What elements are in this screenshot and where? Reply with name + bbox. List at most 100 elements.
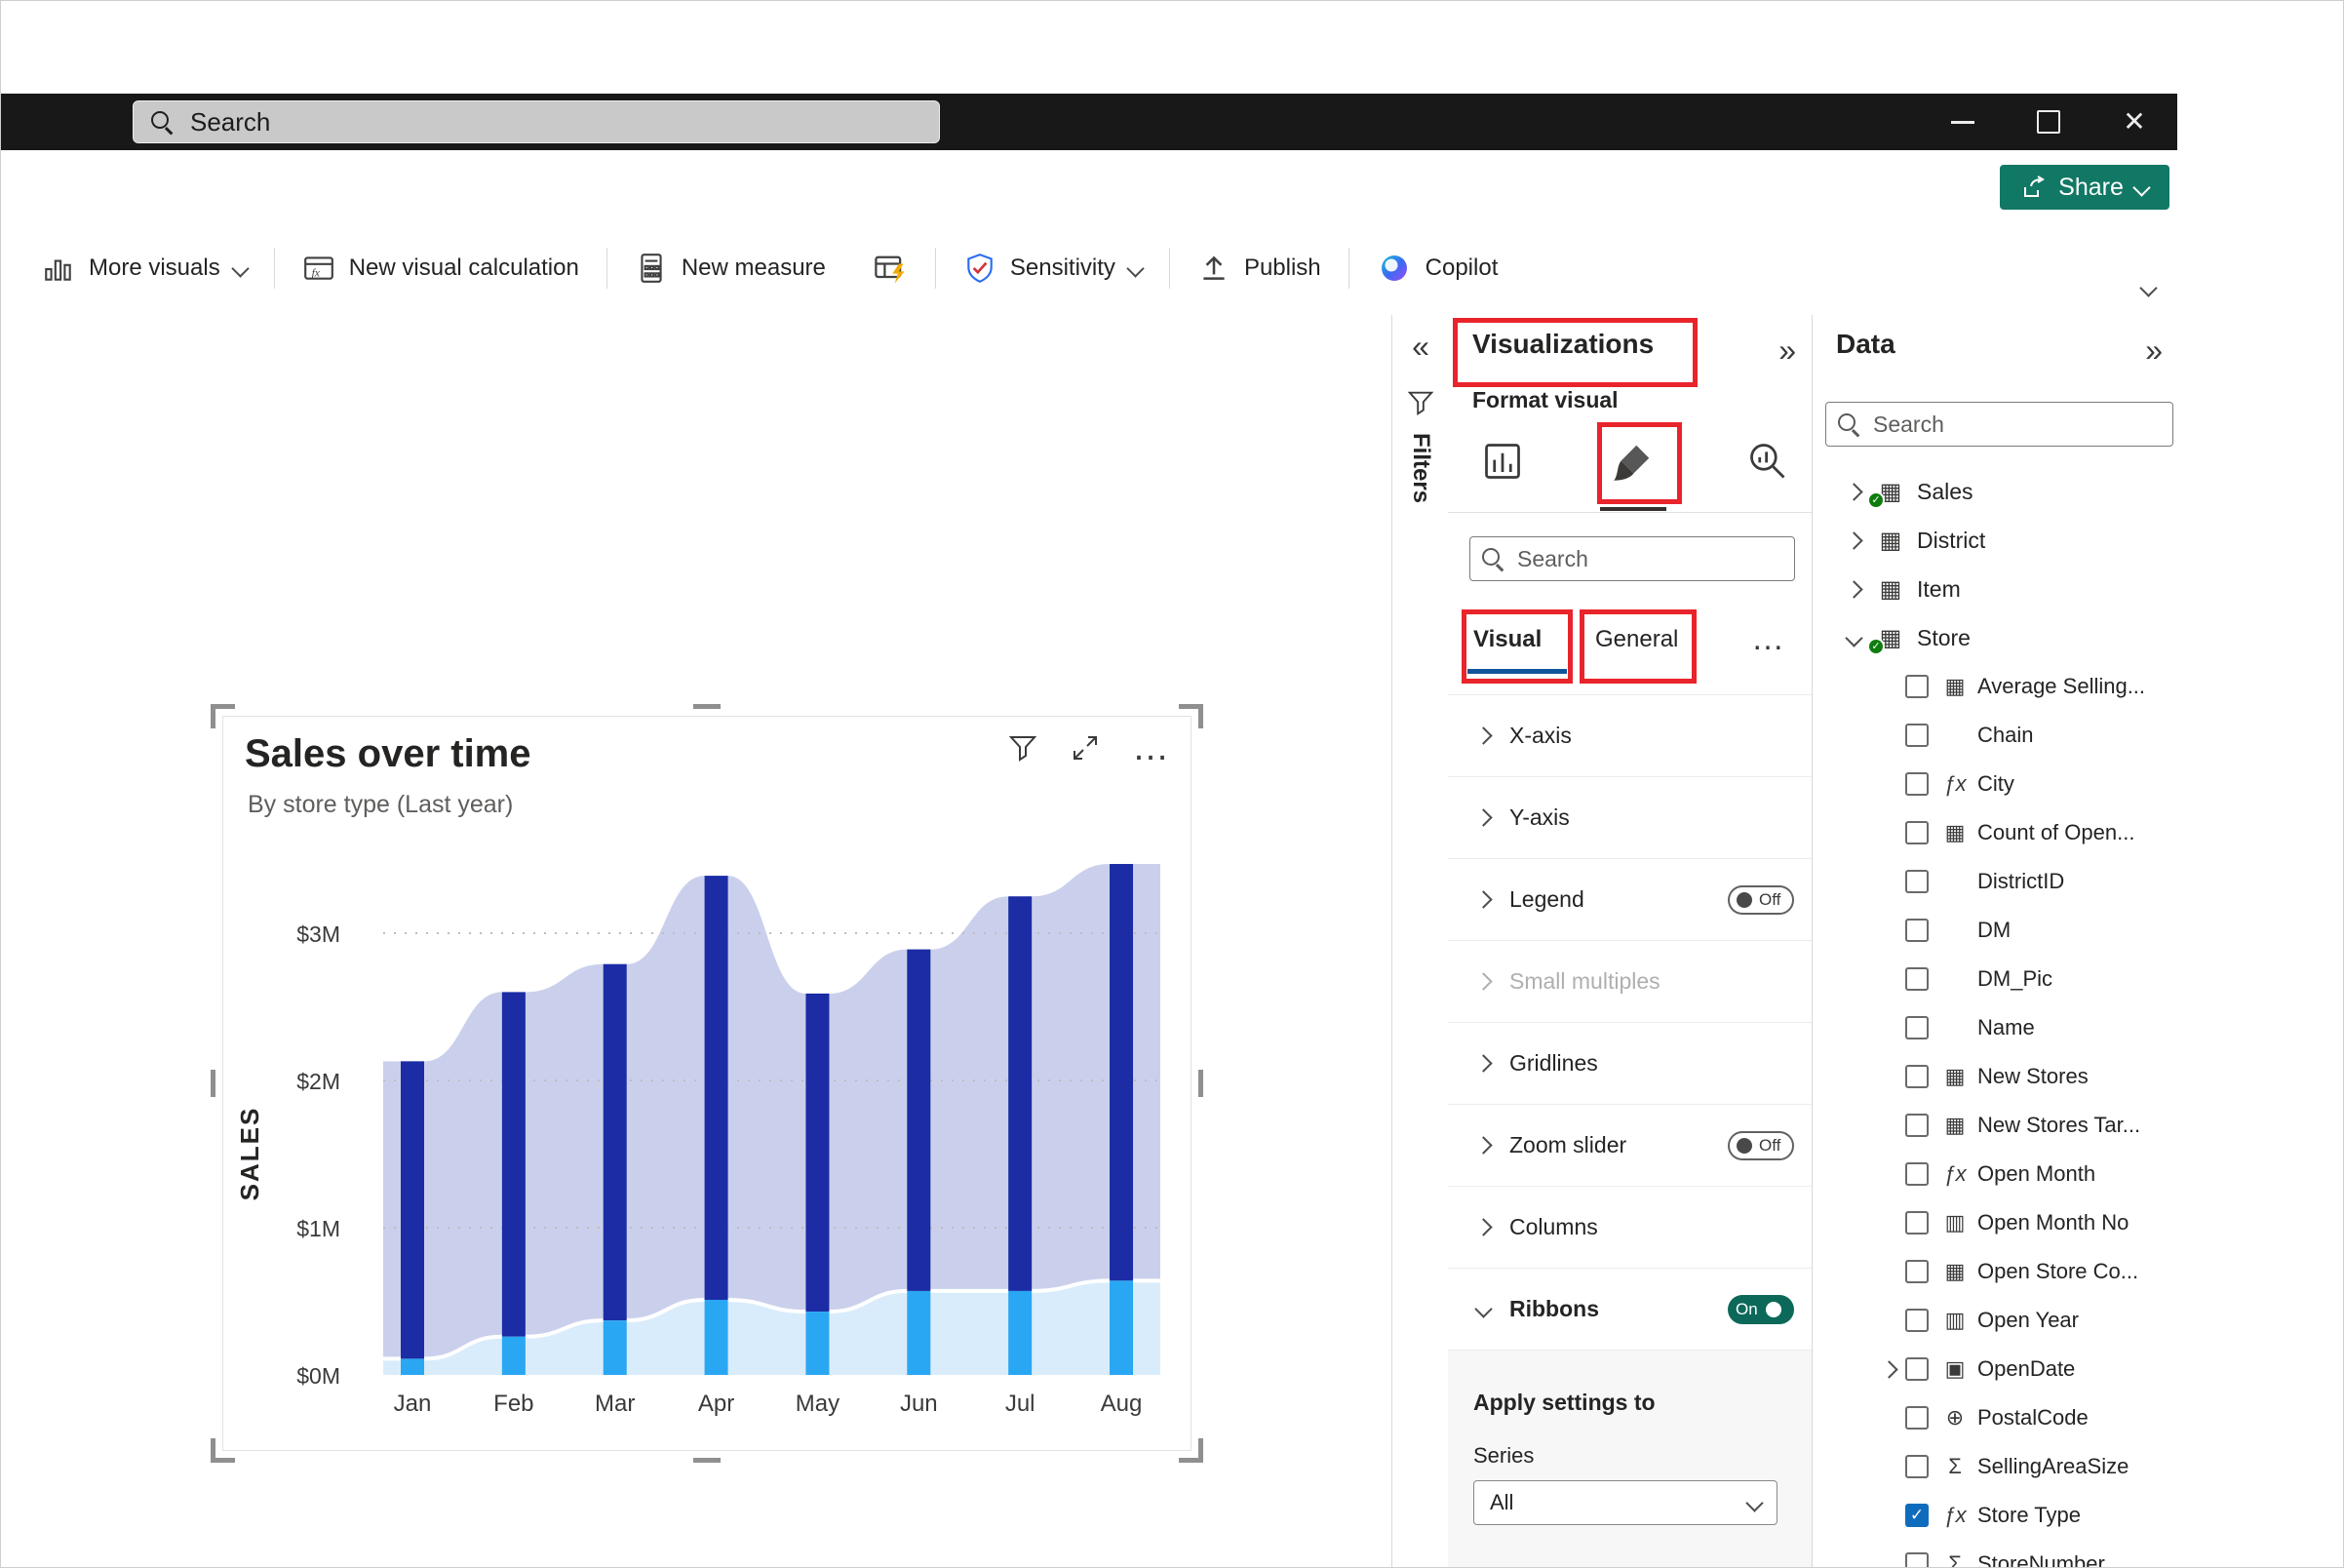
- format-search[interactable]: [1469, 536, 1795, 581]
- titlebar-search[interactable]: [133, 100, 940, 143]
- publish-button[interactable]: Publish: [1174, 241, 1345, 295]
- format-section-columns[interactable]: Columns: [1448, 1187, 1812, 1269]
- selection-handle-bottom-left[interactable]: [211, 1438, 235, 1463]
- field-row-sellingareasize[interactable]: Σ SellingAreaSize: [1813, 1442, 2178, 1491]
- field-checkbox[interactable]: [1905, 821, 1929, 844]
- field-checkbox[interactable]: [1905, 1211, 1929, 1235]
- field-checkbox[interactable]: [1905, 1552, 1929, 1567]
- field-row-open-store-co[interactable]: ▦ Open Store Co...: [1813, 1247, 2178, 1296]
- table-row-district[interactable]: ▦ District: [1813, 516, 2178, 565]
- format-section-y-axis[interactable]: Y-axis: [1448, 777, 1812, 859]
- maximize-button[interactable]: [2006, 94, 2091, 150]
- field-checkbox[interactable]: [1905, 1357, 1929, 1381]
- tabs-more-options-icon[interactable]: …: [1751, 620, 1784, 658]
- expand-pane-icon[interactable]: »: [2145, 333, 2163, 369]
- field-checkbox[interactable]: [1905, 967, 1929, 991]
- filter-icon[interactable]: [1007, 732, 1038, 764]
- tab-general[interactable]: General: [1595, 626, 1678, 653]
- publish-icon: [1197, 252, 1231, 285]
- format-section-x-axis[interactable]: X-axis: [1448, 695, 1812, 777]
- quick-measure-button[interactable]: [849, 241, 931, 295]
- selection-handle-top[interactable]: [693, 704, 721, 709]
- field-row-new-stores[interactable]: ▦ New Stores: [1813, 1052, 2178, 1101]
- expand-pane-icon[interactable]: »: [1778, 333, 1796, 369]
- selection-handle-right[interactable]: [1198, 1070, 1203, 1097]
- field-checkbox[interactable]: [1905, 1309, 1929, 1332]
- chevron-right-icon[interactable]: [1845, 483, 1862, 500]
- build-visual-icon[interactable]: [1481, 440, 1524, 483]
- titlebar-search-input[interactable]: [188, 106, 921, 138]
- format-section-ribbons[interactable]: Ribbons On: [1448, 1269, 1812, 1351]
- field-row-store-type[interactable]: ✓ ƒx Store Type: [1813, 1491, 2178, 1540]
- collapse-filters-icon[interactable]: «: [1412, 329, 1429, 365]
- field-checkbox[interactable]: [1905, 1016, 1929, 1039]
- chevron-right-icon[interactable]: [1845, 531, 1862, 549]
- field-row-postalcode[interactable]: ⊕ PostalCode: [1813, 1393, 2178, 1442]
- report-canvas[interactable]: $0M$1M$2M$3MJanFebMarAprMayJunJulAugSALE…: [1, 300, 1391, 1568]
- field-row-chain[interactable]: Chain: [1813, 711, 2178, 760]
- field-checkbox[interactable]: [1905, 675, 1929, 698]
- field-row-open-month[interactable]: ƒx Open Month: [1813, 1150, 2178, 1198]
- format-section-zoom-slider[interactable]: Zoom slider Off: [1448, 1105, 1812, 1187]
- more-options-icon[interactable]: …: [1132, 738, 1171, 758]
- selection-handle-bottom-right[interactable]: [1179, 1438, 1203, 1463]
- field-row-dm[interactable]: DM: [1813, 906, 2178, 955]
- focus-mode-icon[interactable]: [1070, 732, 1101, 764]
- minimize-button[interactable]: [1920, 94, 2006, 150]
- selection-handle-bottom[interactable]: [693, 1458, 721, 1463]
- data-search[interactable]: [1825, 402, 2173, 447]
- selection-handle-top-left[interactable]: [211, 704, 235, 728]
- field-row-storenumber[interactable]: Σ StoreNumber: [1813, 1540, 2178, 1567]
- chevron-right-icon[interactable]: [1845, 580, 1862, 598]
- table-row-store[interactable]: ▦ ✓ Store: [1813, 613, 2178, 662]
- toggle-off[interactable]: Off: [1728, 1131, 1794, 1160]
- format-section-gridlines[interactable]: Gridlines: [1448, 1023, 1812, 1105]
- tab-visual[interactable]: Visual: [1473, 626, 1542, 653]
- field-checkbox[interactable]: [1905, 1455, 1929, 1478]
- field-checkbox[interactable]: [1905, 1114, 1929, 1137]
- selection-handle-top-right[interactable]: [1179, 704, 1203, 728]
- field-checkbox[interactable]: [1905, 870, 1929, 893]
- new-visual-calculation-button[interactable]: fx New visual calculation: [279, 241, 603, 295]
- field-row-open-year[interactable]: ▥ Open Year: [1813, 1296, 2178, 1345]
- sensitivity-button[interactable]: Sensitivity: [940, 241, 1165, 295]
- field-checkbox[interactable]: [1905, 1162, 1929, 1186]
- field-row-new-stores-tar[interactable]: ▦ New Stores Tar...: [1813, 1101, 2178, 1150]
- field-row-name[interactable]: Name: [1813, 1003, 2178, 1052]
- copilot-button[interactable]: Copilot: [1353, 241, 1522, 295]
- toggle-off[interactable]: Off: [1728, 885, 1794, 915]
- field-checkbox[interactable]: [1905, 1065, 1929, 1088]
- field-row-city[interactable]: ƒx City: [1813, 760, 2178, 808]
- field-row-count-of-open[interactable]: ▦ Count of Open...: [1813, 808, 2178, 857]
- selection-handle-left[interactable]: [211, 1070, 215, 1097]
- field-checkbox[interactable]: [1905, 1260, 1929, 1283]
- series-dropdown[interactable]: All: [1473, 1480, 1778, 1525]
- field-row-districtid[interactable]: DistrictID: [1813, 857, 2178, 906]
- analytics-icon[interactable]: [1746, 440, 1789, 483]
- new-measure-button[interactable]: New measure: [611, 241, 849, 295]
- field-row-open-month-no[interactable]: ▥ Open Month No: [1813, 1198, 2178, 1247]
- chart-visual[interactable]: $0M$1M$2M$3MJanFebMarAprMayJunJulAugSALE…: [222, 716, 1192, 1451]
- share-button[interactable]: Share: [2000, 165, 2169, 210]
- field-checkbox[interactable]: ✓: [1905, 1504, 1929, 1527]
- more-visuals-button[interactable]: More visuals: [19, 241, 270, 295]
- close-button[interactable]: ✕: [2091, 94, 2177, 150]
- quick-measure-icon: [873, 251, 908, 286]
- field-checkbox[interactable]: [1905, 724, 1929, 747]
- field-checkbox[interactable]: [1905, 772, 1929, 796]
- table-row-sales[interactable]: ▦ ✓ Sales: [1813, 467, 2178, 516]
- field-checkbox[interactable]: [1905, 919, 1929, 942]
- chevron-down-icon[interactable]: [1845, 629, 1862, 647]
- field-row-dm-pic[interactable]: DM_Pic: [1813, 955, 2178, 1003]
- format-search-input[interactable]: [1515, 545, 1782, 573]
- field-row-average-selling[interactable]: ▦ Average Selling...: [1813, 662, 2178, 711]
- toggle-on[interactable]: On: [1728, 1295, 1794, 1324]
- field-row-opendate[interactable]: ▣ OpenDate: [1813, 1345, 2178, 1393]
- format-visual-icon[interactable]: [1610, 440, 1655, 485]
- field-checkbox[interactable]: [1905, 1406, 1929, 1430]
- table-row-item[interactable]: ▦ Item: [1813, 565, 2178, 613]
- data-search-input[interactable]: [1871, 411, 2161, 439]
- chevron-right-icon[interactable]: [1880, 1360, 1897, 1378]
- format-section-legend[interactable]: Legend Off: [1448, 859, 1812, 941]
- format-section-small-multiples[interactable]: Small multiples: [1448, 941, 1812, 1023]
